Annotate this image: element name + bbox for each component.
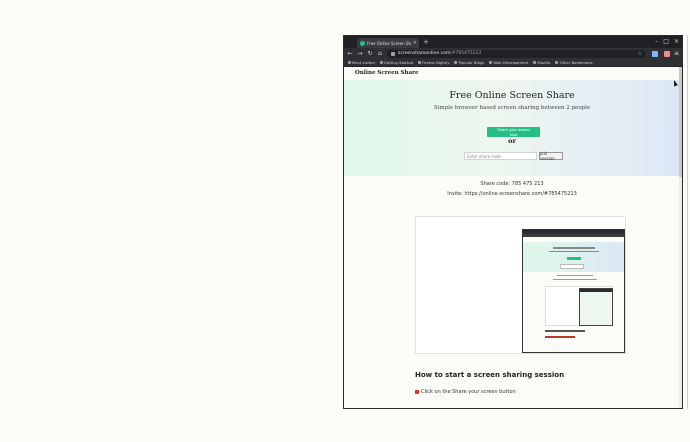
step-item: Click on the Share your screen button: [415, 389, 516, 395]
scrollbar-thumb[interactable]: [679, 67, 682, 177]
minimize-button[interactable]: –: [655, 36, 658, 48]
extension-icon[interactable]: [651, 50, 658, 57]
close-window-button[interactable]: ×: [674, 36, 679, 48]
reload-icon[interactable]: ↻: [367, 50, 373, 57]
mirrored-share-button: [567, 257, 581, 260]
mirrored-title: [553, 247, 595, 249]
mirrored-hero: [523, 242, 624, 272]
mirrored-step: [545, 336, 575, 338]
forward-arrow-icon[interactable]: →: [357, 50, 363, 57]
url-text: screenshareonline.com/#785475213: [398, 51, 481, 56]
mirrored-heading: [545, 330, 585, 332]
menu-icon[interactable]: ≡: [674, 50, 679, 57]
bookmark-item[interactable]: Popular Blogs: [454, 60, 484, 65]
join-session-button[interactable]: Join session: [539, 151, 563, 161]
page-scrollbar[interactable]: [679, 67, 682, 408]
bookmark-item[interactable]: Most visited: [348, 60, 375, 65]
bookmark-item[interactable]: Other Bookmarks: [555, 60, 592, 65]
hero-section: Free Online Screen Share Simple browser …: [344, 80, 680, 176]
window-controls: – □ ×: [655, 36, 679, 48]
share-screen-button[interactable]: Share your screen now: [487, 127, 540, 137]
site-favicon-icon: [360, 40, 365, 46]
page-title: Free Online Screen Share: [449, 90, 575, 101]
address-bar[interactable]: screenshareonline.com/#785475213 ☆: [387, 49, 646, 58]
browser-tab[interactable]: Free Online Screen Share ×: [357, 38, 419, 48]
mirrored-preview: [545, 286, 613, 326]
bookmark-item[interactable]: Getting Started: [380, 60, 413, 65]
or-divider: or: [508, 137, 516, 145]
back-arrow-icon[interactable]: ←: [347, 50, 353, 57]
tab-title: Free Online Screen Share: [367, 40, 411, 46]
tab-close-icon[interactable]: ×: [413, 40, 417, 46]
mirrored-toolbar: [523, 234, 624, 237]
maximize-button[interactable]: □: [663, 36, 669, 48]
step-text: Click on the Share your screen button: [421, 389, 516, 395]
mirrored-browser-window: [522, 229, 625, 353]
browser-window: Free Online Screen Share × + – □ × ← → ↻…: [343, 35, 683, 409]
invite-link[interactable]: Invite: https://online-screenshare.com/#…: [344, 191, 680, 197]
share-code-text: Share code: 785 475 213: [480, 181, 544, 187]
mirrored-subtitle: [549, 251, 599, 252]
browser-toolbar: ← → ↻ ⌂ screenshareonline.com/#785475213…: [344, 48, 682, 59]
mirrored-text: [553, 279, 597, 280]
bookmark-star-icon[interactable]: ☆: [637, 51, 641, 57]
tab-bar: Free Online Screen Share × + – □ ×: [344, 36, 682, 48]
bookmarks-bar: Most visited Getting Started Firefox Nig…: [344, 59, 682, 67]
mirrored-text: [557, 275, 593, 276]
bookmark-item[interactable]: Mozilla: [533, 60, 550, 65]
how-to-heading: How to start a screen sharing session: [415, 371, 565, 379]
site-brand[interactable]: Online Screen Share: [355, 70, 418, 76]
extension-icon[interactable]: [663, 50, 670, 57]
page-content: Online Screen Share Free Online Screen S…: [344, 67, 682, 408]
bookmark-item[interactable]: Web Development: [489, 60, 528, 65]
page-subtitle: Simple browser based screen sharing betw…: [433, 105, 591, 111]
step-marker-icon: [415, 390, 419, 394]
share-code-input[interactable]: Enter share code: [464, 152, 537, 160]
mirrored-nested-window: [579, 288, 613, 326]
mirrored-input: [560, 264, 584, 269]
bookmark-item[interactable]: Firefox Nightly: [418, 60, 449, 65]
home-icon[interactable]: ⌂: [377, 50, 383, 57]
url-path: /#785475213: [450, 51, 482, 56]
url-host: screenshareonline.com: [398, 51, 451, 56]
new-tab-button[interactable]: +: [423, 37, 429, 47]
lock-icon: [391, 51, 395, 56]
desktop-edge: [687, 35, 688, 409]
shared-screen-preview: [415, 216, 626, 354]
